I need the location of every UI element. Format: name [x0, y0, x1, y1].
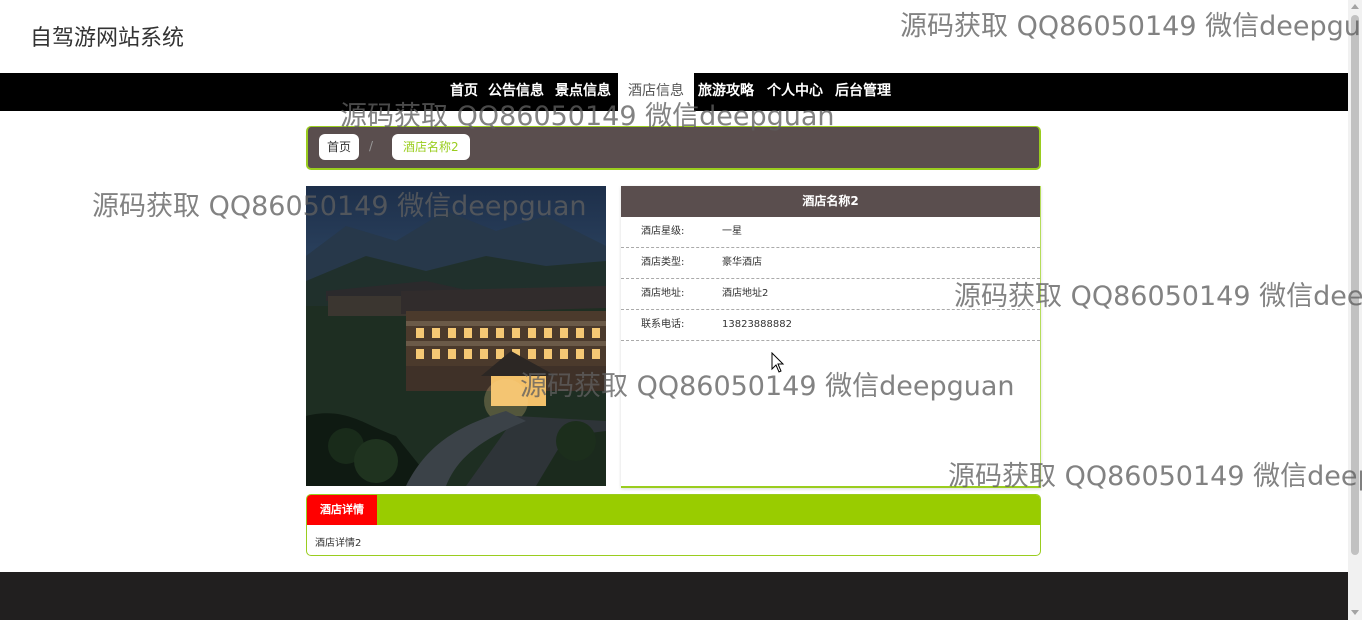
field-value: 一星	[722, 226, 742, 237]
field-label: 联系电话:	[641, 319, 685, 330]
info-row-star-rating: 酒店星级: 一星	[621, 217, 1040, 248]
field-label: 酒店类型:	[641, 257, 685, 268]
info-row-hotel-type: 酒店类型: 豪华酒店	[621, 248, 1040, 279]
breadcrumb-home-link[interactable]: 首页	[319, 134, 360, 160]
scroll-up-arrow-icon[interactable]	[1351, 4, 1359, 9]
hotel-detail-text: 酒店详情2	[315, 538, 362, 549]
footer	[0, 572, 1348, 620]
nav-item-home[interactable]: 首页	[450, 73, 478, 111]
nav-item-attractions[interactable]: 景点信息	[555, 73, 611, 111]
breadcrumb-current[interactable]: 酒店名称2	[392, 134, 470, 160]
breadcrumb: 首页 / 酒店名称2	[306, 126, 1041, 170]
info-row-address: 酒店地址: 酒店地址2	[621, 279, 1040, 310]
nav-item-announcements[interactable]: 公告信息	[488, 73, 544, 111]
mouse-pointer-icon	[771, 352, 785, 373]
hotel-detail-section: 酒店详情 酒店详情2	[306, 494, 1041, 556]
detail-tab-bar: 酒店详情	[307, 495, 1040, 525]
tab-hotel-details[interactable]: 酒店详情	[307, 495, 377, 525]
field-value: 豪华酒店	[722, 257, 762, 268]
field-value: 酒店地址2	[722, 288, 769, 299]
field-value: 13823888882	[722, 319, 792, 330]
hotel-photo	[306, 186, 606, 486]
field-label: 酒店地址:	[641, 288, 685, 299]
vertical-scrollbar[interactable]	[1348, 0, 1362, 620]
field-label: 酒店星级:	[641, 226, 685, 237]
main-nav: 首页 公告信息 景点信息 酒店信息 旅游攻略 个人中心 后台管理	[0, 73, 1348, 111]
hotel-name-heading: 酒店名称2	[621, 186, 1040, 217]
info-row-phone: 联系电话: 13823888882	[621, 310, 1040, 341]
scroll-down-arrow-icon[interactable]	[1351, 610, 1359, 615]
site-title: 自驾游网站系统	[30, 26, 185, 51]
breadcrumb-separator: /	[369, 139, 374, 153]
header: 自驾游网站系统	[0, 0, 1348, 73]
nav-item-hotels[interactable]: 酒店信息	[618, 73, 694, 111]
scroll-thumb[interactable]	[1351, 15, 1359, 555]
nav-item-admin[interactable]: 后台管理	[835, 73, 891, 111]
hotel-info-panel: 酒店名称2 酒店星级: 一星 酒店类型: 豪华酒店 酒店地址: 酒店地址2 联系…	[621, 186, 1041, 488]
nav-item-personal-center[interactable]: 个人中心	[767, 73, 823, 111]
nav-item-travel-guides[interactable]: 旅游攻略	[698, 73, 754, 111]
